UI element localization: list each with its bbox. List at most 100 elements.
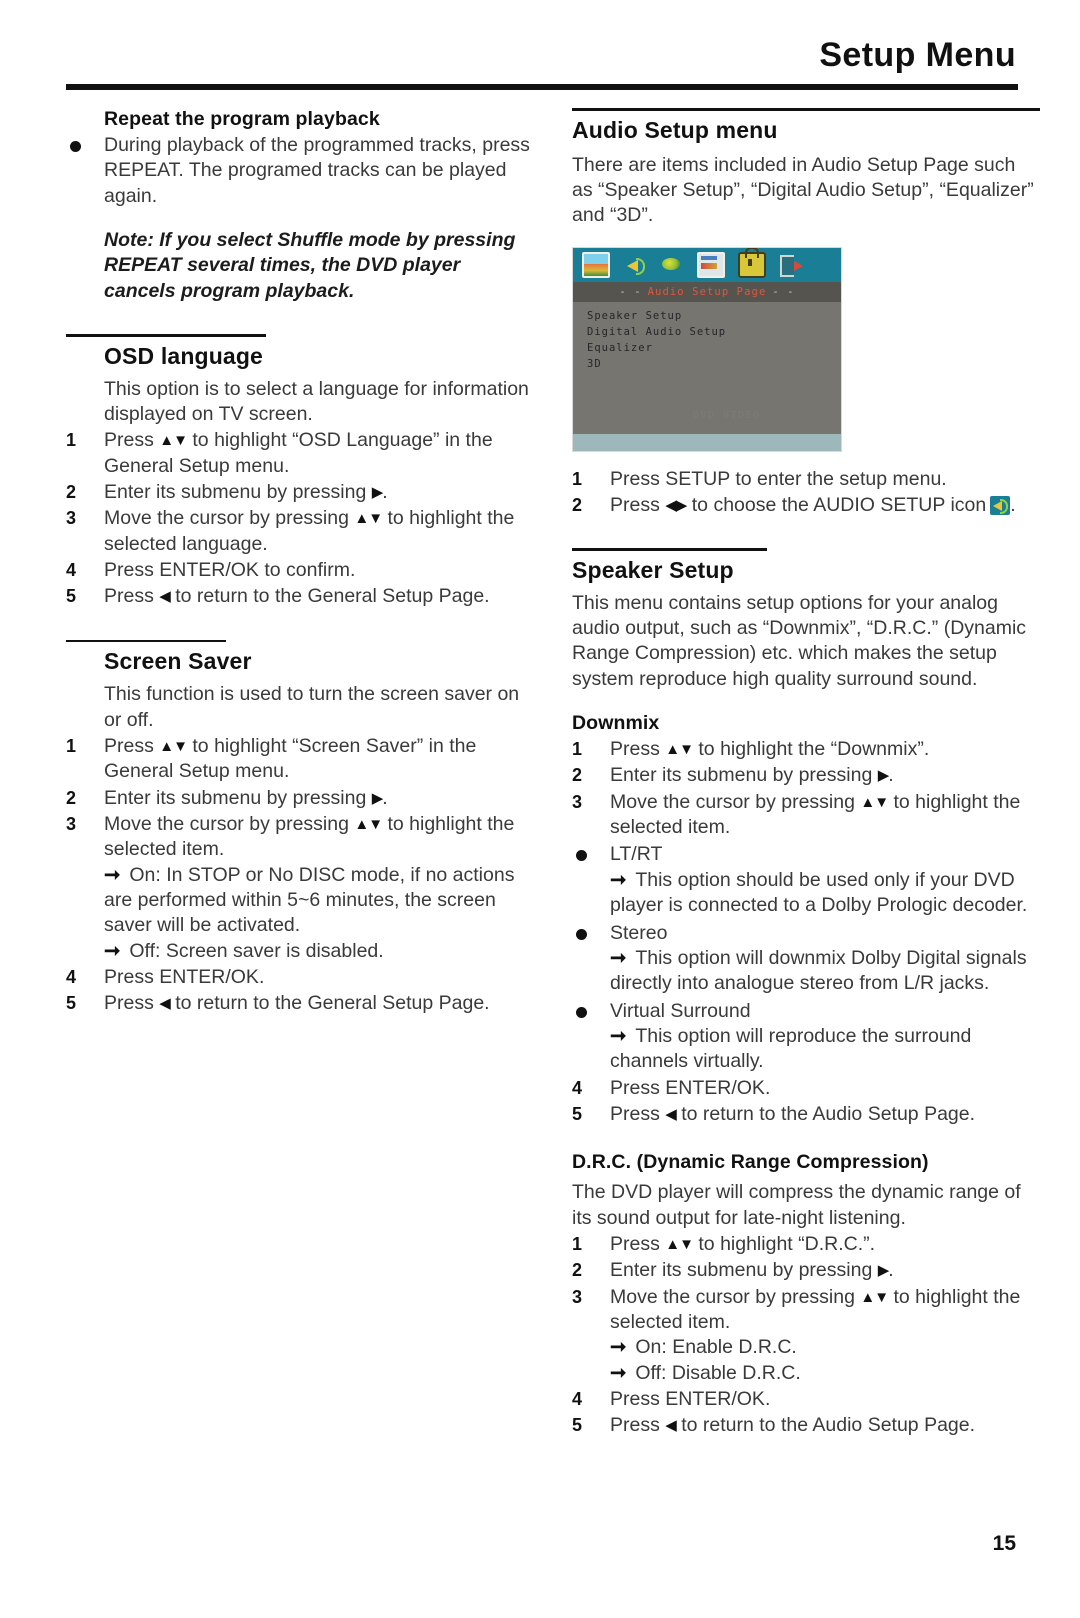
dpad-right-icon: ▶ xyxy=(371,789,384,807)
dpad-updown-icon: ▲▼ xyxy=(665,1235,694,1253)
step-text: Enter its submenu by pressing ▶. xyxy=(610,1258,1040,1283)
step-text-before: Move the cursor by pressing xyxy=(104,507,355,530)
page-header: Setup Menu xyxy=(66,36,1018,90)
osd-step-5: 5 Press ◀ to return to the General Setup… xyxy=(66,584,534,609)
step-number: 3 xyxy=(66,813,77,834)
step-text: Move the cursor by pressing ▲▼ to highli… xyxy=(104,812,534,863)
step-text-before: Press ENTER/OK to confirm. xyxy=(104,558,356,581)
step-text-before: Press ENTER/OK. xyxy=(104,965,265,988)
exit-setup-icon[interactable] xyxy=(779,253,803,277)
step-text: Move the cursor by pressing ▲▼ to highli… xyxy=(610,1285,1040,1336)
step-number: 4 xyxy=(66,966,77,987)
osd-menu-item-equalizer[interactable]: Equalizer xyxy=(587,340,841,356)
downmix-option-label: Stereo xyxy=(610,921,668,944)
step-text-before: Press xyxy=(104,992,160,1015)
repeat-heading: Repeat the program playback xyxy=(104,108,380,130)
osd-step-4: 4 Press ENTER/OK to confirm. xyxy=(66,558,534,583)
step-text: Press ◀ to return to the General Setup P… xyxy=(104,584,534,609)
step-text-after: . xyxy=(888,764,894,787)
dpad-right-icon: ▶ xyxy=(877,1262,890,1280)
screensaver-step-1: 1 Press ▲▼ to highlight “Screen Saver” i… xyxy=(66,734,534,785)
screensaver-step-5: 5 Press ◀ to return to the General Setup… xyxy=(66,991,534,1016)
preference-setup-icon[interactable] xyxy=(697,251,725,278)
screensaver-heading: Screen Saver xyxy=(104,648,252,675)
step-text-before: Press xyxy=(104,429,160,452)
step-text: Press ENTER/OK. xyxy=(104,965,534,990)
dpad-updown-icon: ▲▼ xyxy=(860,1288,889,1306)
password-lock-icon[interactable] xyxy=(738,247,766,278)
dpad-leftright-icon: ◀▶ xyxy=(665,496,687,514)
dpad-right-icon: ▶ xyxy=(371,483,384,501)
osd-intro: This option is to select a language for … xyxy=(104,377,529,425)
step-text-before: Enter its submenu by pressing xyxy=(104,786,372,809)
step-text: Press ◀ to return to the Audio Setup Pag… xyxy=(610,1413,1040,1438)
dpad-left-icon: ◀ xyxy=(665,1417,677,1435)
two-column-body: Repeat the program playback During playb… xyxy=(66,108,1040,1439)
bullet-dot-icon xyxy=(66,133,104,209)
dpad-updown-icon: ▲▼ xyxy=(159,432,188,450)
step-text-after: to choose the AUDIO SETUP icon xyxy=(686,493,987,516)
step-text-before: Press xyxy=(610,738,666,761)
drc-step-2: 2 Enter its submenu by pressing ▶. xyxy=(572,1258,1040,1283)
drc-step-5: 5 Press ◀ to return to the Audio Setup P… xyxy=(572,1413,1040,1438)
bullet-dot-icon xyxy=(572,999,610,1024)
step-number: 5 xyxy=(572,1415,583,1436)
osd-footer-bar xyxy=(573,433,841,451)
downmix-option-stereo: Stereo xyxy=(572,921,1040,946)
manual-page: Setup Menu Repeat the program playback D… xyxy=(0,0,1080,1618)
drc-heading: D.R.C. (Dynamic Range Compression) xyxy=(572,1151,929,1174)
downmix-option-stereo-desc: ➞ This option will downmix Dolby Digital … xyxy=(610,946,1040,997)
arrow-item-text: Off: Disable D.R.C. xyxy=(635,1361,801,1384)
drc-step-1: 1 Press ▲▼ to highlight “D.R.C.”. xyxy=(572,1232,1040,1257)
dpad-left-icon: ◀ xyxy=(159,588,171,606)
step-text-before: Press ENTER/OK. xyxy=(610,1076,771,1099)
downmix-option-ltrt-desc: ➞ This option should be used only if your… xyxy=(610,868,1040,919)
arrow-item-text: On: In STOP or No DISC mode, if no actio… xyxy=(104,863,515,937)
downmix-step-5: 5 Press ◀ to return to the Audio Setup P… xyxy=(572,1102,1040,1127)
video-setup-disc-icon[interactable] xyxy=(660,253,684,276)
arrow-right-icon: ➞ xyxy=(104,939,121,962)
step-text: Press ▲▼ to highlight the “Downmix”. xyxy=(610,737,1040,762)
screensaver-step-3: 3 Move the cursor by pressing ▲▼ to high… xyxy=(66,812,534,863)
step-text: Press ENTER/OK. xyxy=(610,1387,1040,1412)
downmix-step-3: 3 Move the cursor by pressing ▲▼ to high… xyxy=(572,790,1040,841)
step-number: 4 xyxy=(572,1077,583,1098)
downmix-step-2: 2 Enter its submenu by pressing ▶. xyxy=(572,763,1040,788)
arrow-item-text: This option will downmix Dolby Digital s… xyxy=(610,946,1027,995)
osd-rule xyxy=(66,334,266,337)
step-text-after: . xyxy=(382,480,388,503)
section-drc: D.R.C. (Dynamic Range Compression) The D… xyxy=(572,1151,1040,1438)
page-number: 15 xyxy=(992,1532,1016,1555)
step-text: Press ▲▼ to highlight “D.R.C.”. xyxy=(610,1232,1040,1257)
step-number: 2 xyxy=(572,494,583,515)
osd-menu-item-speaker-setup[interactable]: Speaker Setup xyxy=(587,308,841,324)
step-text-after: to return to the Audio Setup Page. xyxy=(675,1102,976,1125)
screensaver-arrow-item-on: ➞ On: In STOP or No DISC mode, if no acti… xyxy=(104,863,534,939)
step-text-before: Press SETUP to enter the setup menu. xyxy=(610,467,947,490)
step-text-before: Move the cursor by pressing xyxy=(610,1285,861,1308)
screensaver-intro: This function is used to turn the screen… xyxy=(104,683,520,731)
arrow-right-icon: ➞ xyxy=(104,863,121,886)
audio-setup-speaker-icon xyxy=(990,495,1011,515)
osd-icon-bar xyxy=(573,247,841,282)
osd-title-text: Audio Setup Page xyxy=(647,285,767,298)
speaker-setup-heading: Speaker Setup xyxy=(572,556,734,583)
osd-title-dash-left: - - xyxy=(619,285,642,298)
arrow-right-icon: ➞ xyxy=(610,1024,627,1047)
dpad-updown-icon: ▲▼ xyxy=(159,737,188,755)
step-text-after: . xyxy=(888,1259,894,1282)
dpad-left-icon: ◀ xyxy=(159,995,171,1013)
general-setup-picture-icon[interactable] xyxy=(582,251,610,278)
osd-menu-item-digital-audio-setup[interactable]: Digital Audio Setup xyxy=(587,324,841,340)
osd-menu-item-3d[interactable]: 3D xyxy=(587,356,841,372)
step-text-before: Move the cursor by pressing xyxy=(610,790,861,813)
downmix-option-virtual-surround-desc: ➞ This option will reproduce the surround… xyxy=(610,1024,1040,1075)
step-text: Press ENTER/OK. xyxy=(610,1076,1040,1101)
osd-menu-list: Speaker Setup Digital Audio Setup Equali… xyxy=(573,302,841,373)
step-text: Press ◀ to return to the Audio Setup Pag… xyxy=(610,1102,1040,1127)
section-speaker-setup: Speaker Setup This menu contains setup o… xyxy=(572,548,1040,692)
page-title: Setup Menu xyxy=(819,36,1016,74)
audio-setup-speaker-icon[interactable] xyxy=(623,253,647,276)
step-text: Press ENTER/OK to confirm. xyxy=(104,558,534,583)
step-number: 1 xyxy=(66,430,77,451)
